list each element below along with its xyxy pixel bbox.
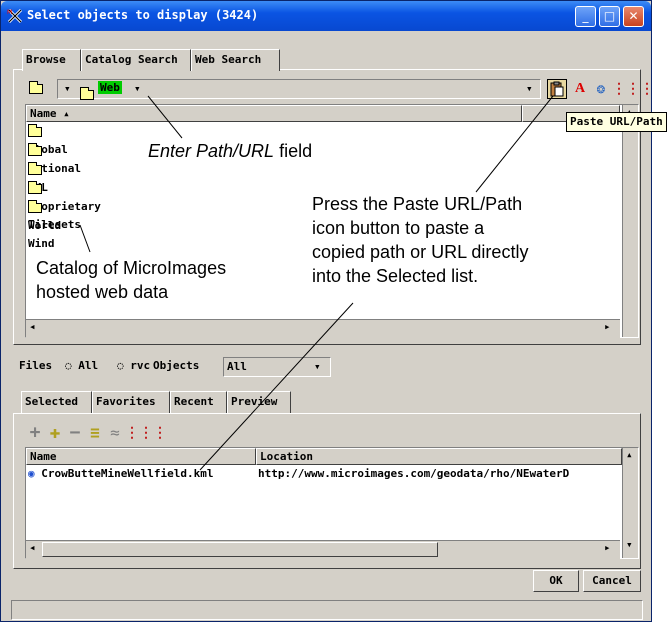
path-field-annotation: Enter Path/URL field	[148, 139, 312, 163]
selected-leader-line	[199, 302, 354, 471]
path-field-annotation-em: Enter Path/URL	[148, 141, 275, 161]
annotation-lines	[79, 95, 554, 471]
path-field-annotation-rest: field	[274, 141, 313, 161]
paste-annotation-line: icon button to paste a	[312, 218, 485, 238]
catalog-leader-line	[79, 224, 91, 253]
catalog-annotation-line: Catalog of MicroImages	[36, 258, 227, 278]
paste-annotation-line: into the Selected list.	[312, 266, 479, 286]
paste-annotation: Press the Paste URL/Path icon button to …	[312, 192, 528, 288]
paste-annotation-line: Press the Paste URL/Path	[312, 194, 523, 214]
paste-leader-line	[475, 95, 554, 193]
catalog-annotation-line: hosted web data	[36, 282, 169, 302]
paste-annotation-line: copied path or URL directly	[312, 242, 529, 262]
path-field-leader-line	[147, 95, 183, 139]
catalog-annotation: Catalog of MicroImages hosted web data	[36, 256, 226, 304]
